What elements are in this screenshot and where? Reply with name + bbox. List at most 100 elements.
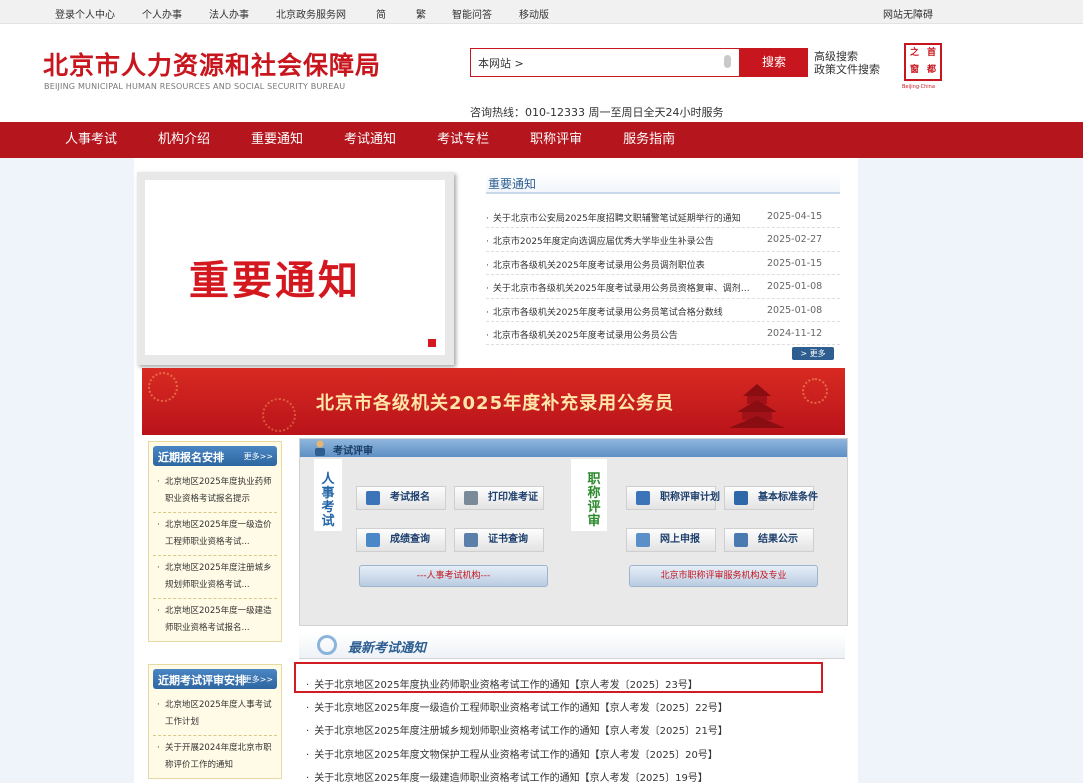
search-input[interactable]: 本网站 > [470, 48, 740, 77]
title-review-label: 职称评审 [587, 472, 601, 529]
print-admission-ticket-button[interactable]: 打印准考证 [454, 486, 544, 510]
notice-date: 2025-01-08 [767, 304, 823, 316]
slide-indicator[interactable] [428, 339, 436, 347]
hotline: 咨询热线：010-12333 周一至周日全天24小时服务 [470, 106, 724, 119]
top-bar: 登录个人中心 个人办事 法人办事 北京政务服务网 简 繁 智能问答 移动版 网站… [0, 0, 1083, 24]
top-link-simplified[interactable]: 简 [376, 6, 386, 21]
recent-registration-more[interactable]: 更多>> [244, 451, 273, 462]
notice-date: 2025-02-27 [767, 234, 823, 246]
top-link-login[interactable]: 登录个人中心 [55, 6, 115, 21]
button-label: 基本标准条件 [758, 492, 818, 503]
notice-title[interactable]: 北京市各级机关2025年度考试录用公务员公告 [486, 328, 758, 341]
capital-window-logo[interactable]: 之 首 窗 都 [904, 43, 942, 81]
nav-item-title-review[interactable]: 职称评审 [530, 122, 582, 158]
list-item[interactable]: 关于北京地区2025年度注册城乡规划师职业资格考试工作的通知【京人考发〔2025… [300, 717, 846, 740]
recent-exam-schedule-more[interactable]: 更多>> [244, 674, 273, 685]
list-item[interactable]: 关于北京市公安局2025年度招聘文职辅警笔试延期举行的通知 2025-04-15 [486, 205, 840, 229]
top-link-accessibility[interactable]: 网站无障碍 [883, 6, 933, 21]
notice-image-inner: 重要通知 [145, 180, 445, 355]
list-item[interactable]: 北京市各级机关2025年度考试录用公务员笔试合格分数线 2025-01-08 [486, 299, 840, 322]
important-notices-header: 重要通知 [486, 172, 840, 194]
policy-search-link[interactable]: 政策文件搜索 [814, 63, 880, 76]
notice-title[interactable]: 北京市2025年度定向选调应届优秀大学毕业生补录公告 [486, 234, 758, 247]
button-label: 考试报名 [390, 492, 430, 503]
seal-char: 都 [926, 65, 936, 75]
button-label: 证书查询 [488, 534, 528, 545]
list-item[interactable]: 北京地区2025年度注册城乡规划师职业资格考试... [153, 556, 277, 599]
nav-item-about[interactable]: 机构介绍 [158, 122, 210, 158]
list-item[interactable]: 北京地区2025年度执业药师职业资格考试报名提示 [153, 470, 277, 513]
top-link-gov-service[interactable]: 北京政务服务网 [276, 6, 346, 21]
top-link-mobile[interactable]: 移动版 [519, 6, 549, 21]
important-notices-title[interactable]: 重要通知 [488, 175, 536, 192]
person-icon [315, 440, 325, 456]
notice-date: 2025-01-15 [767, 257, 823, 269]
list-item[interactable]: 北京市2025年度定向选调应届优秀大学毕业生补录公告 2025-02-27 [486, 228, 840, 252]
notice-title[interactable]: 关于北京市各级机关2025年度考试录用公务员资格复审、调剂和体检等事项的通知 [486, 281, 758, 294]
result-announcement-button[interactable]: 结果公示 [724, 528, 814, 552]
recent-registration-header: 近期报名安排 更多>> [153, 446, 277, 466]
advanced-search-link[interactable]: 高级搜索 [814, 50, 880, 63]
notice-title[interactable]: 北京市各级机关2025年度考试录用公务员笔试合格分数线 [486, 305, 758, 318]
list-item[interactable]: 关于北京市各级机关2025年度考试录用公务员资格复审、调剂和体检等事项的通知 2… [486, 275, 840, 299]
civil-service-banner[interactable]: 北京市各级机关2025年度补充录用公务员 [142, 368, 845, 435]
exam-registration-button[interactable]: 考试报名 [356, 486, 446, 510]
notice-date: 2024-11-12 [767, 327, 823, 339]
list-item[interactable]: 关于开展2024年度北京市职称评价工作的通知 [153, 736, 277, 778]
top-link-corporate[interactable]: 法人办事 [209, 6, 249, 21]
exam-notice-link[interactable]: 关于北京地区2025年度文物保护工程从业资格考试工作的通知【京人考发〔2025〕… [306, 746, 718, 761]
banner-text: 北京市各级机关2025年度补充录用公务员 [316, 393, 675, 414]
list-item[interactable]: 北京地区2025年度一级建造师职业资格考试报名... [153, 599, 277, 641]
nav-item-personnel-exam[interactable]: 人事考试 [65, 122, 117, 158]
basic-standards-button[interactable]: 基本标准条件 [724, 486, 818, 510]
firework-decoration [802, 378, 828, 404]
top-links: 登录个人中心 个人办事 法人办事 北京政务服务网 简 繁 智能问答 移动版 [55, 6, 576, 21]
notice-date: 2025-04-15 [767, 211, 823, 222]
recent-exam-schedule-title[interactable]: 近期考试评审安排 [158, 672, 246, 688]
nav-item-service-guide[interactable]: 服务指南 [623, 122, 675, 158]
exam-review-title: 考试评审 [333, 446, 373, 457]
certificate-icon [464, 533, 478, 547]
title-review-plan-button[interactable]: 职称评审计划 [626, 486, 720, 510]
search-scope[interactable]: 本网站 > [478, 55, 524, 71]
button-label: 结果公示 [758, 534, 798, 545]
search-button[interactable]: 搜索 [740, 48, 808, 77]
certificate-query-button[interactable]: 证书查询 [454, 528, 544, 552]
list-item[interactable]: 关于北京地区2025年度文物保护工程从业资格考试工作的通知【京人考发〔2025〕… [300, 741, 846, 764]
top-link-qa[interactable]: 智能问答 [452, 6, 492, 21]
nav-item-important-notice[interactable]: 重要通知 [251, 122, 303, 158]
online-application-button[interactable]: 网上申报 [626, 528, 716, 552]
score-query-button[interactable]: 成绩查询 [356, 528, 446, 552]
list-item[interactable]: 关于北京地区2025年度一级造价工程师职业资格考试工作的通知【京人考发〔2025… [300, 694, 846, 717]
seal-char: 窗 [909, 65, 919, 75]
microphone-icon[interactable] [724, 55, 731, 68]
notice-title[interactable]: 关于北京市公安局2025年度招聘文职辅警笔试延期举行的通知 [486, 211, 758, 224]
latest-exam-notices-title[interactable]: 最新考试通知 [348, 637, 426, 656]
list-item[interactable]: 北京地区2025年度一级造价工程师职业资格考试... [153, 513, 277, 556]
notice-title[interactable]: 北京市各级机关2025年度考试录用公务员调剂职位表 [486, 258, 758, 271]
exam-notice-link[interactable]: 关于北京地区2025年度注册城乡规划师职业资格考试工作的通知【京人考发〔2025… [306, 722, 728, 737]
site-logo[interactable]: 北京市人力资源和社会保障局 [43, 46, 381, 82]
important-notices-list: 关于北京市公安局2025年度招聘文职辅警笔试延期举行的通知 2025-04-15… [486, 205, 840, 346]
exam-notice-link[interactable]: 关于北京地区2025年度一级建造师职业资格考试工作的通知【京人考发〔2025〕1… [306, 769, 708, 783]
nav-item-exam-notice[interactable]: 考试通知 [344, 122, 396, 158]
latest-exam-notices-header: 最新考试通知 [299, 632, 845, 659]
list-item[interactable]: 北京市各级机关2025年度考试录用公务员调剂职位表 2025-01-15 [486, 252, 840, 276]
important-notice-image[interactable]: 重要通知 [137, 172, 454, 365]
title-review-agency-select[interactable]: 北京市职称评审服务机构及专业 [629, 565, 818, 587]
top-link-personal[interactable]: 个人办事 [142, 6, 182, 21]
recent-registration-title[interactable]: 近期报名安排 [158, 449, 224, 465]
notice-image-text: 重要通知 [189, 258, 361, 304]
button-label: 网上申报 [660, 534, 700, 545]
list-item[interactable]: 北京市各级机关2025年度考试录用公务员公告 2024-11-12 [486, 322, 840, 346]
personnel-exam-agency-select[interactable]: ---人事考试机构--- [359, 565, 548, 587]
nav-item-exam-column[interactable]: 考试专栏 [437, 122, 489, 158]
important-more-button[interactable]: > 更多 [792, 347, 834, 360]
main-nav: 人事考试 机构介绍 重要通知 考试通知 考试专栏 职称评审 服务指南 [0, 122, 1083, 158]
list-item[interactable]: 北京地区2025年度人事考试工作计划 [153, 693, 277, 736]
button-label: 成绩查询 [390, 534, 430, 545]
list-item[interactable]: 关于北京地区2025年度一级建造师职业资格考试工作的通知【京人考发〔2025〕1… [300, 764, 846, 783]
exam-notice-link[interactable]: 关于北京地区2025年度一级造价工程师职业资格考试工作的通知【京人考发〔2025… [306, 699, 728, 714]
exam-review-header: 考试评审 [300, 439, 847, 457]
top-link-traditional[interactable]: 繁 [416, 6, 426, 21]
